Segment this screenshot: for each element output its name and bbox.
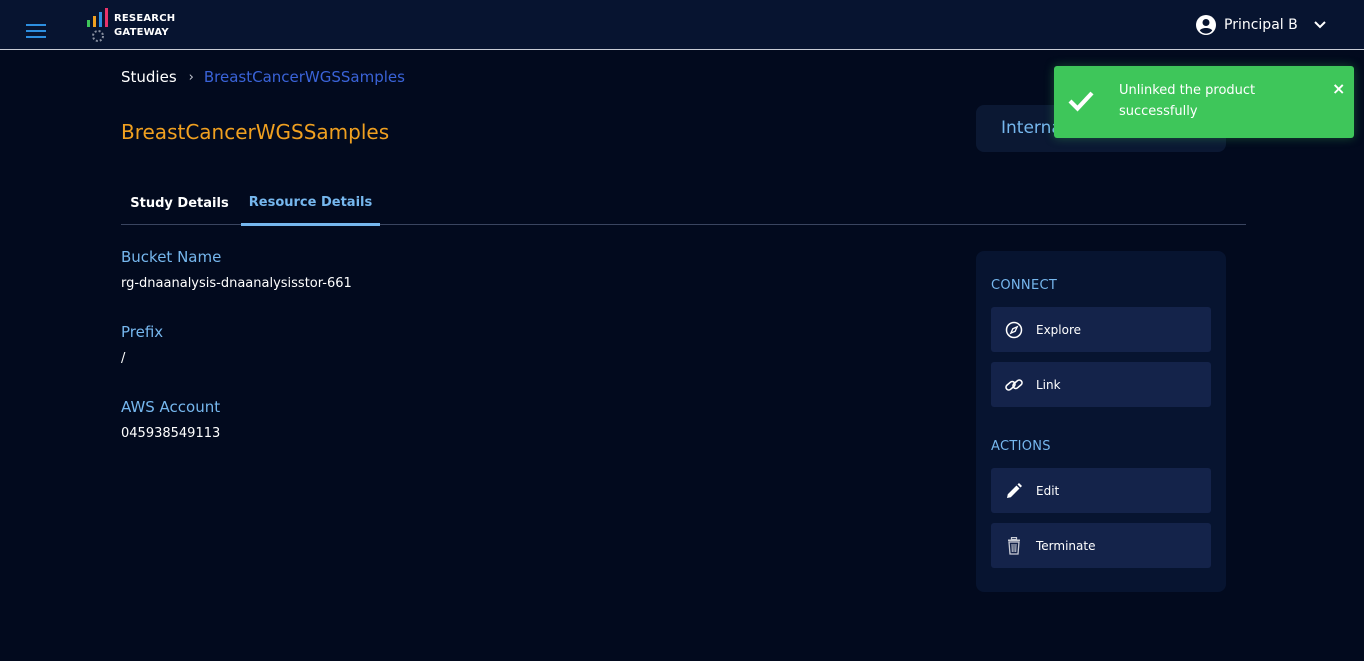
tab-resource-details[interactable]: Resource Details [241,182,380,226]
tab-study-details[interactable]: Study Details [121,182,238,225]
chevron-down-icon[interactable] [1314,21,1326,29]
chevron-right-icon: › [188,69,194,85]
link-label: Link [1036,377,1061,392]
trash-icon [1004,536,1024,556]
page-title: BreastCancerWGSSamples [121,120,390,144]
hamburger-menu-icon[interactable] [26,24,46,38]
tab-bar: Study Details Resource Details [121,182,1246,226]
check-icon [1068,91,1094,112]
side-panel: CONNECT Explore Link ACTIONS Edit Termin… [976,251,1226,592]
logo[interactable]: RESEARCH GATEWAY [86,8,186,44]
top-bar: RESEARCH GATEWAY Principal B [0,0,1364,50]
breadcrumb-studies[interactable]: Studies [121,68,177,86]
explore-label: Explore [1036,322,1082,337]
logo-line-1: RESEARCH [114,13,176,24]
user-name: Principal B [1224,17,1298,33]
explore-button[interactable]: Explore [991,307,1211,352]
connect-section-title: CONNECT [991,278,1058,293]
link-button[interactable]: Link [991,362,1211,407]
edit-label: Edit [1036,483,1060,498]
success-toast: Unlinked the product successfully × [1054,66,1354,138]
logo-icon [87,8,108,42]
logo-line-2: GATEWAY [114,27,169,38]
link-icon [1004,375,1024,395]
pencil-icon [1004,481,1024,501]
close-icon[interactable]: × [1332,81,1345,97]
toast-message: Unlinked the product successfully [1119,83,1256,119]
aws-account-value: 045938549113 [121,426,221,441]
account-circle-icon [1196,15,1216,35]
breadcrumb-current: BreastCancerWGSSamples [203,68,405,86]
breadcrumb: Studies › BreastCancerWGSSamples [121,68,405,86]
actions-section-title: ACTIONS [991,439,1051,454]
user-menu[interactable]: Principal B [1196,13,1326,37]
logo-text: RESEARCH GATEWAY [114,12,175,40]
terminate-label: Terminate [1036,538,1096,553]
edit-button[interactable]: Edit [991,468,1211,513]
terminate-button[interactable]: Terminate [991,523,1211,568]
prefix-label: Prefix [121,323,164,341]
bucket-name-value: rg-dnaanalysis-dnaanalysisstor-661 [121,276,352,291]
prefix-value: / [121,351,126,366]
bucket-name-label: Bucket Name [121,248,222,266]
aws-account-label: AWS Account [121,398,221,416]
compass-icon [1004,320,1024,340]
